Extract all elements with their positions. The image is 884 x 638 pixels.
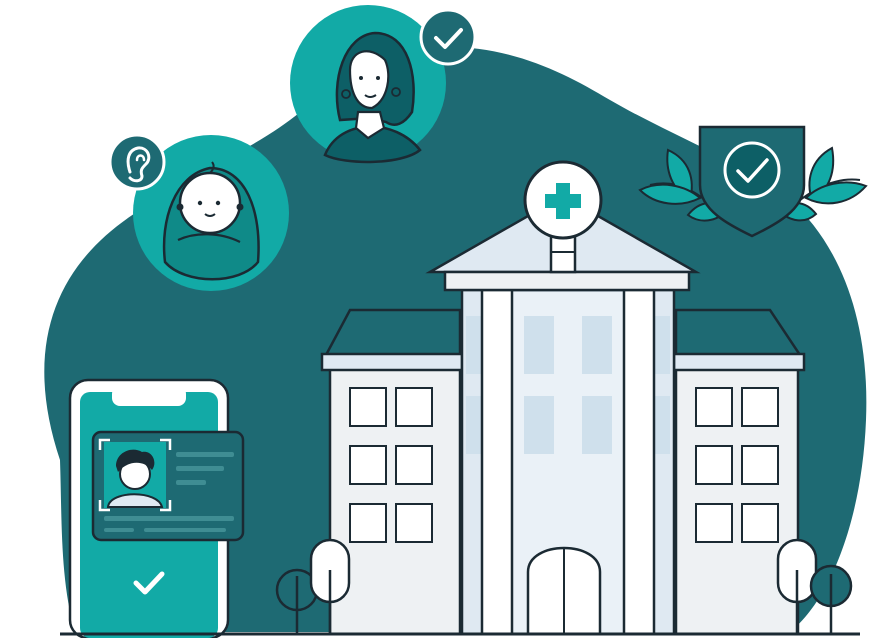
check-icon xyxy=(419,8,477,66)
ear-icon xyxy=(108,133,166,191)
healthcare-illustration xyxy=(44,5,868,638)
id-card xyxy=(91,430,245,542)
